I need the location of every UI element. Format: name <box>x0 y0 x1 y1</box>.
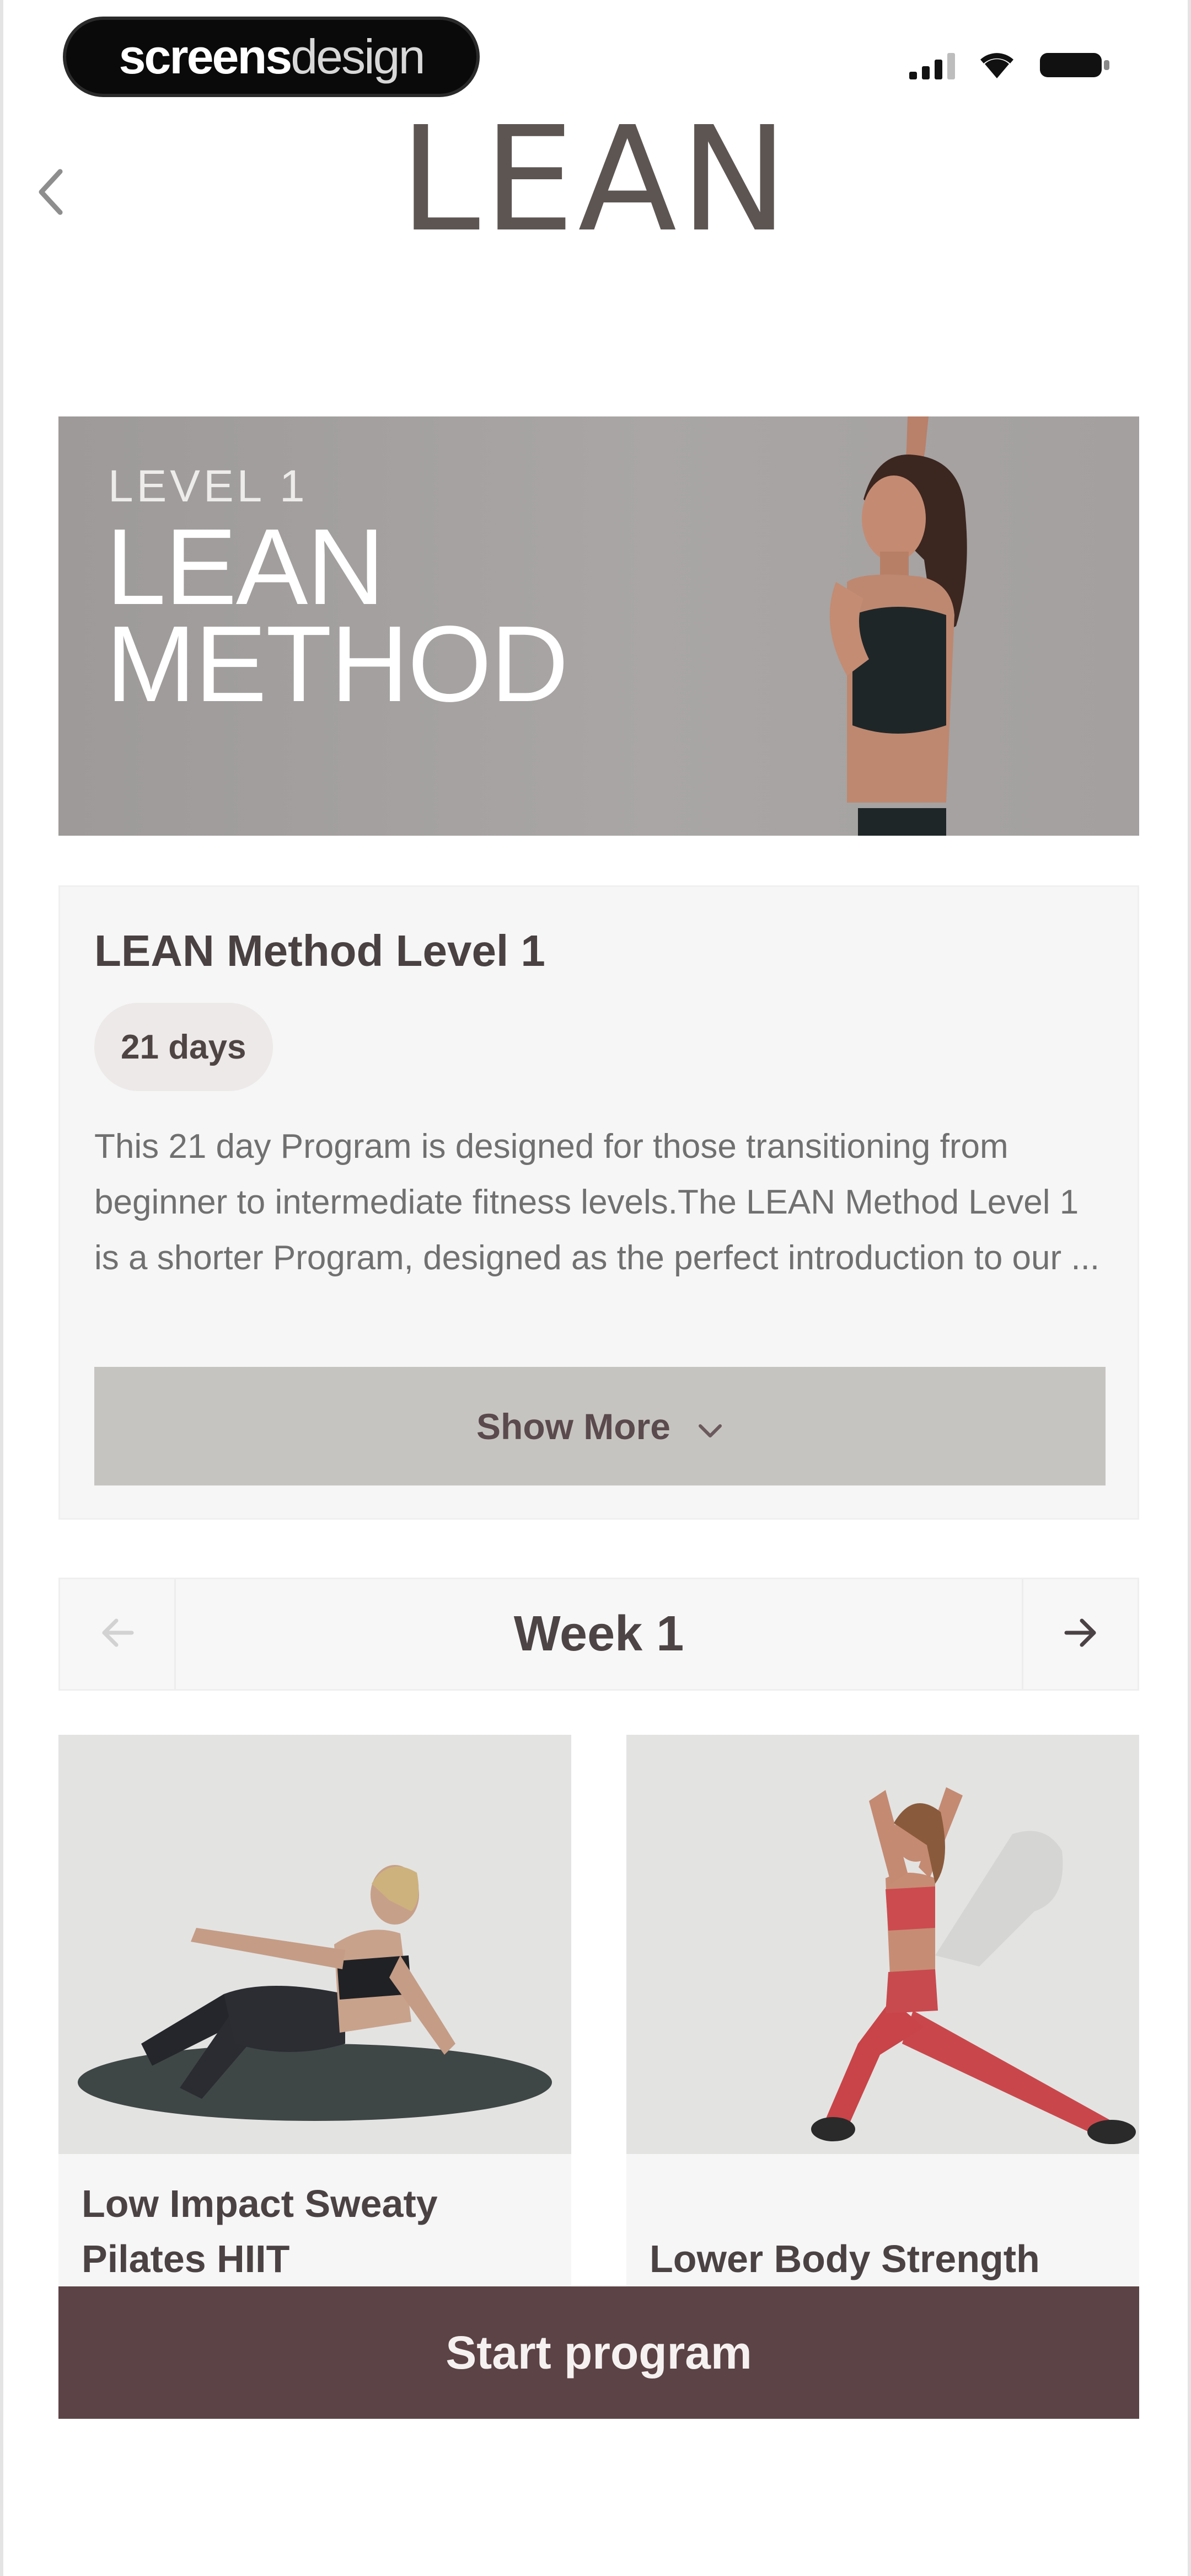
watermark-thin-text: design <box>291 29 425 84</box>
program-hero-banner: LEVEL 1 LEAN METHOD <box>58 416 1139 836</box>
program-info-card: LEAN Method Level 1 21 days This 21 day … <box>58 885 1139 1520</box>
week-selector: Week 1 <box>58 1578 1139 1691</box>
week-label: Week 1 <box>513 1606 684 1661</box>
program-detail-screen: screens design LEAN LEVEL 1 LEAN METHOD … <box>0 0 1191 2576</box>
workout-title: Lower Body Strength <box>650 2237 1040 2280</box>
workout-card[interactable]: Lower Body Strength <box>626 1735 1139 2286</box>
previous-week-button[interactable] <box>60 1579 176 1689</box>
chevron-down-icon <box>697 1405 723 1447</box>
program-description: This 21 day Program is designed for thos… <box>94 1127 1100 1277</box>
workout-card[interactable]: Low Impact Sweaty Pilates HIIT <box>58 1735 571 2286</box>
workout-image <box>58 1735 571 2154</box>
wifi-icon <box>979 52 1015 79</box>
start-program-button[interactable]: Start program <box>58 2286 1139 2419</box>
hero-title-line-1: LEAN <box>106 506 385 627</box>
next-week-button[interactable] <box>1022 1579 1138 1689</box>
show-more-button[interactable]: Show More <box>94 1367 1106 1485</box>
arrow-right-icon <box>1063 1617 1098 1651</box>
workout-title: Low Impact Sweaty Pilates HIIT <box>82 2182 438 2280</box>
arrow-left-icon <box>100 1617 135 1651</box>
hero-title: LEAN METHOD <box>106 506 568 724</box>
lean-logo: LEAN <box>399 95 792 264</box>
cellular-signal-icon <box>909 51 955 79</box>
program-title: LEAN Method Level 1 <box>94 926 545 975</box>
battery-icon <box>1039 51 1110 79</box>
duration-badge: 21 days <box>94 1003 273 1091</box>
workout-image <box>626 1735 1139 2154</box>
show-more-label: Show More <box>476 1405 670 1447</box>
hero-title-line-2: METHOD <box>106 603 568 724</box>
hero-level-label: LEVEL 1 <box>108 461 308 511</box>
status-icons <box>909 51 1110 79</box>
watermark-bold-text: screens <box>119 29 292 84</box>
hero-athlete-image <box>829 416 967 836</box>
screensdesign-watermark: screens design <box>63 17 480 97</box>
